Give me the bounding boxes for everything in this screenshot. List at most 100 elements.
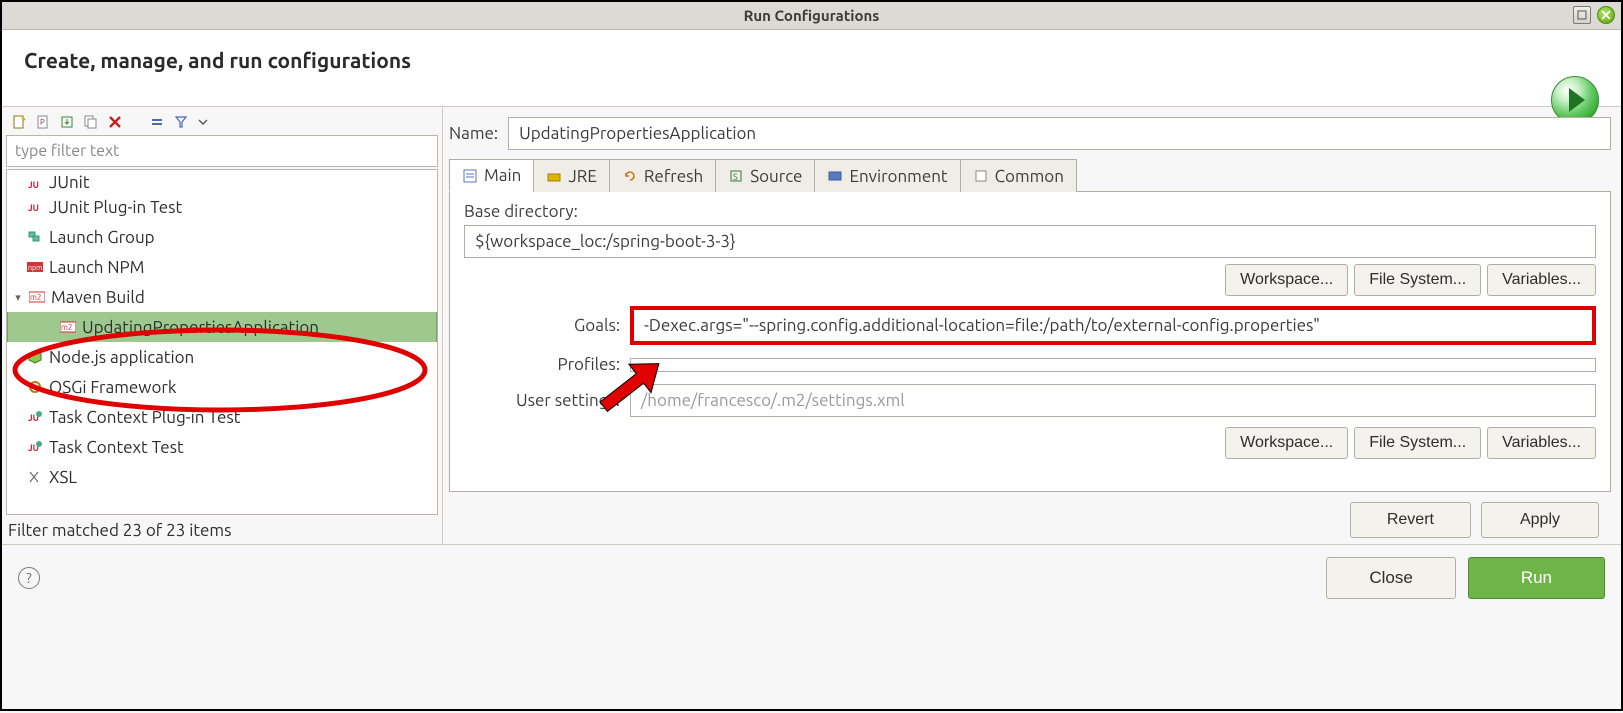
- new-config-icon[interactable]: [12, 115, 26, 129]
- tree-item[interactable]: npm Launch NPM: [7, 252, 437, 282]
- variables-button-2[interactable]: Variables...: [1487, 427, 1596, 459]
- filter-icon[interactable]: [174, 115, 188, 129]
- dialog-subtitle: Create, manage, and run configurations: [24, 48, 1599, 72]
- launch-group-icon: [27, 229, 43, 245]
- tree-item[interactable]: JU JUnit Plug-in Test: [7, 192, 437, 222]
- variables-button[interactable]: Variables...: [1487, 264, 1596, 296]
- tab-main[interactable]: Main: [449, 159, 534, 192]
- tree-item[interactable]: JU Task Context Plug-in Test: [7, 402, 437, 432]
- tree-item[interactable]: Launch Group: [7, 222, 437, 252]
- tab-label: Source: [750, 167, 802, 186]
- dialog-footer: ? Close Run: [2, 544, 1621, 611]
- titlebar: Run Configurations: [2, 2, 1621, 30]
- svg-text:npm: npm: [28, 264, 42, 272]
- tab-environment[interactable]: Environment: [814, 159, 960, 192]
- tree-item-label: JUnit: [49, 173, 90, 192]
- node-icon: [27, 349, 43, 365]
- tree-item-label: Maven Build: [51, 288, 145, 307]
- workspace-button[interactable]: Workspace...: [1225, 264, 1348, 296]
- svg-text:m2: m2: [61, 323, 72, 332]
- revert-button[interactable]: Revert: [1350, 502, 1471, 538]
- tree-item[interactable]: OSGi Framework: [7, 372, 437, 402]
- filesystem-button-2[interactable]: File System...: [1354, 427, 1481, 459]
- svg-text:JU: JU: [28, 203, 39, 213]
- tree-item[interactable]: JU JUnit: [7, 172, 437, 192]
- config-tree[interactable]: JU JUnit JU JUnit Plug-in Test Launch Gr…: [6, 169, 438, 515]
- tree-item-label: Node.js application: [49, 348, 194, 367]
- workspace-button-2[interactable]: Workspace...: [1225, 427, 1348, 459]
- tab-bar: Main JRE Refresh S Source Environment Co…: [449, 158, 1611, 192]
- tab-refresh[interactable]: Refresh: [609, 159, 716, 192]
- tab-jre[interactable]: JRE: [533, 159, 610, 192]
- export-icon[interactable]: [60, 115, 74, 129]
- junit-icon: JU: [27, 176, 43, 192]
- tab-label: Environment: [849, 167, 947, 186]
- name-input[interactable]: UpdatingPropertiesApplication: [508, 117, 1611, 150]
- goals-input[interactable]: -Dexec.args="--spring.config.additional-…: [630, 306, 1596, 345]
- tree-item-label: XSL: [49, 468, 77, 487]
- tree-item[interactable]: JU Task Context Test: [7, 432, 437, 462]
- tree-item-label: Launch NPM: [49, 258, 144, 277]
- maven-icon: m2: [60, 319, 76, 335]
- profiles-input[interactable]: [630, 358, 1596, 372]
- svg-text:S: S: [733, 172, 738, 182]
- user-settings-label: User settings:: [464, 391, 630, 410]
- svg-text:JU: JU: [28, 180, 39, 190]
- name-value: UpdatingPropertiesApplication: [519, 124, 756, 143]
- tree-item-label: JUnit Plug-in Test: [49, 198, 182, 217]
- tree-item-label: Task Context Plug-in Test: [49, 408, 240, 427]
- tab-body-main: Base directory: ${workspace_loc:/spring-…: [449, 192, 1611, 492]
- filter-status: Filter matched 23 of 23 items: [6, 515, 438, 540]
- base-dir-value: ${workspace_loc:/spring-boot-3-3}: [475, 232, 736, 251]
- tree-item-label: Launch Group: [49, 228, 155, 247]
- xsl-icon: [27, 469, 43, 485]
- filter-input[interactable]: type filter text: [6, 135, 438, 167]
- delete-icon[interactable]: [108, 115, 122, 129]
- main-tab-icon: [462, 168, 478, 184]
- maximize-button[interactable]: [1573, 6, 1591, 24]
- user-settings-input[interactable]: /home/francesco/.m2/settings.xml: [630, 384, 1596, 417]
- tree-item-label: OSGi Framework: [49, 378, 176, 397]
- close-button[interactable]: Close: [1326, 557, 1455, 599]
- tab-label: Common: [995, 167, 1064, 186]
- goals-label: Goals:: [464, 316, 630, 335]
- environment-tab-icon: [827, 168, 843, 184]
- tab-label: Main: [484, 166, 521, 185]
- user-settings-placeholder: /home/francesco/.m2/settings.xml: [641, 391, 905, 410]
- filter-placeholder: type filter text: [15, 142, 119, 160]
- configurations-panel: P type filter text JU JUnit JU JUnit Plu…: [2, 107, 443, 544]
- base-dir-label: Base directory:: [464, 202, 1596, 221]
- tree-item[interactable]: XSL: [7, 462, 437, 492]
- tree-item-maven-build[interactable]: ▾ m2 Maven Build: [7, 282, 437, 312]
- common-tab-icon: [973, 168, 989, 184]
- svg-text:m2: m2: [30, 293, 41, 302]
- window-title: Run Configurations: [744, 7, 880, 24]
- npm-icon: npm: [27, 259, 43, 275]
- expander-icon[interactable]: ▾: [13, 291, 23, 304]
- config-editor: Name: UpdatingPropertiesApplication Main…: [443, 107, 1621, 544]
- left-toolbar: P: [6, 111, 438, 135]
- close-window-button[interactable]: [1597, 6, 1615, 24]
- duplicate-icon[interactable]: [84, 115, 98, 129]
- new-proto-icon[interactable]: P: [36, 115, 50, 129]
- tab-source[interactable]: S Source: [715, 159, 815, 192]
- dropdown-icon[interactable]: [198, 115, 212, 129]
- apply-button[interactable]: Apply: [1481, 502, 1599, 538]
- collapse-all-icon[interactable]: [150, 115, 164, 129]
- tab-label: JRE: [568, 167, 597, 186]
- tree-item[interactable]: Node.js application: [7, 342, 437, 372]
- tab-label: Refresh: [644, 167, 703, 186]
- help-icon[interactable]: ?: [18, 567, 40, 589]
- tree-item-selected[interactable]: m2 UpdatingPropertiesApplication: [7, 312, 437, 342]
- filesystem-button[interactable]: File System...: [1354, 264, 1481, 296]
- refresh-tab-icon: [622, 168, 638, 184]
- jre-tab-icon: [546, 168, 562, 184]
- junit-icon: JU: [27, 199, 43, 215]
- run-button[interactable]: Run: [1468, 557, 1605, 599]
- task-icon: JU: [27, 409, 43, 425]
- tab-common[interactable]: Common: [960, 159, 1077, 192]
- base-dir-input[interactable]: ${workspace_loc:/spring-boot-3-3}: [464, 225, 1596, 258]
- profiles-label: Profiles:: [464, 355, 630, 374]
- task-icon: JU: [27, 439, 43, 455]
- maven-icon: m2: [29, 289, 45, 305]
